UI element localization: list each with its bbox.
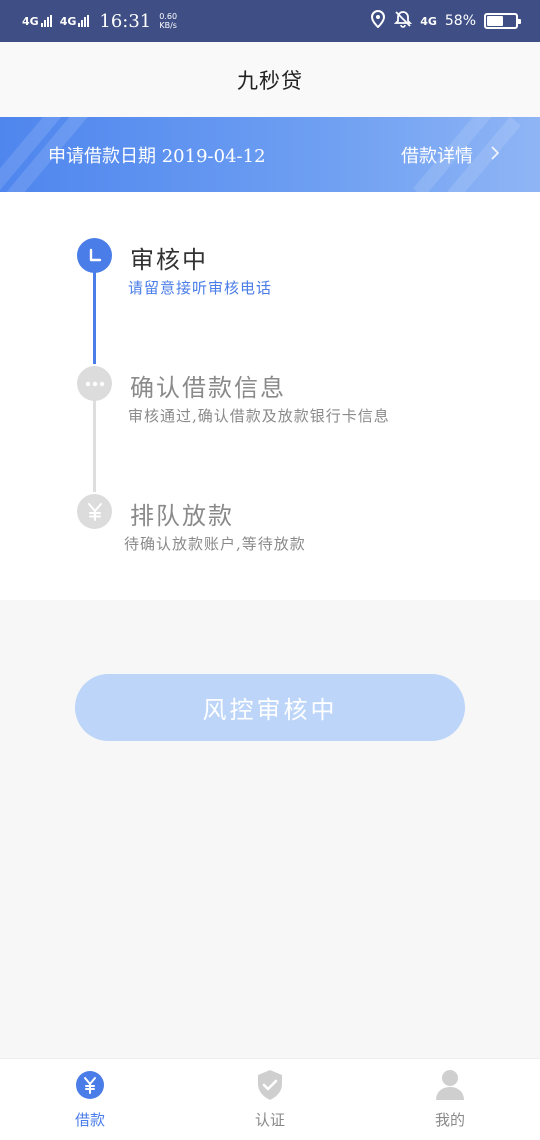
battery-percent: 58%	[444, 13, 476, 29]
signal-bars-icon	[78, 15, 90, 27]
status-bar: 4G 4G 16:31 0.60 KB/s 4G 58%	[0, 0, 540, 42]
chevron-right-icon	[491, 144, 500, 165]
step-title-review: 审核中	[130, 246, 208, 274]
risk-review-button[interactable]: 风控审核中	[75, 674, 465, 741]
loan-info-banner: 申请借款日期 2019-04-12 借款详情	[0, 117, 540, 192]
nav-item-verify[interactable]: 认证	[210, 1069, 330, 1130]
nav-item-mine[interactable]: 我的	[390, 1069, 510, 1130]
network-type-3: 4G	[420, 14, 437, 28]
shield-check-icon	[254, 1069, 286, 1101]
signal-2: 4G	[60, 15, 90, 27]
yen-icon	[77, 494, 112, 529]
clock: 16:31	[99, 10, 152, 32]
person-icon	[434, 1069, 466, 1101]
apply-date-value: 2019-04-12	[161, 145, 266, 167]
nav-label-mine: 我的	[434, 1111, 465, 1129]
battery-icon	[484, 13, 521, 29]
loan-detail-link[interactable]: 借款详情	[401, 142, 500, 168]
yen-circle-icon	[74, 1069, 106, 1101]
page-title: 九秒贷	[237, 68, 303, 93]
step-subtitle-confirm: 审核通过,确认借款及放款银行卡信息	[128, 407, 390, 425]
speed-unit: KB/s	[159, 21, 177, 30]
step-connector-pending	[93, 400, 96, 492]
bell-off-icon	[394, 10, 413, 32]
step-title-confirm: 确认借款信息	[130, 374, 286, 402]
apply-date-label: 申请借款日期	[48, 145, 156, 167]
step-connector-active	[93, 272, 96, 364]
network-type-2: 4G	[59, 15, 77, 28]
step-subtitle-review: 请留意接听审核电话	[128, 279, 273, 297]
bottom-nav: 借款 认证 我的	[0, 1058, 540, 1140]
clock-icon	[77, 238, 112, 273]
dots-icon	[77, 366, 112, 401]
speed-value: 0.60	[159, 12, 178, 21]
app-screen: 4G 4G 16:31 0.60 KB/s 4G 58% 九秒贷 申请借款日期 …	[0, 0, 540, 1140]
loan-detail-label: 借款详情	[401, 145, 473, 167]
progress-card: 审核中 请留意接听审核电话 确认借款信息 审核通过,确认借款及放款银行卡信息 排…	[0, 192, 540, 600]
step-subtitle-queue: 待确认放款账户,等待放款	[124, 535, 306, 553]
nav-item-loan[interactable]: 借款	[30, 1069, 150, 1130]
title-bar: 九秒贷	[0, 42, 540, 117]
signal-bars-icon	[40, 15, 52, 27]
nav-label-loan: 借款	[74, 1111, 105, 1129]
nav-label-verify: 认证	[254, 1111, 285, 1129]
step-title-queue: 排队放款	[130, 502, 234, 530]
status-left: 4G 4G 16:31 0.60 KB/s	[22, 11, 177, 32]
signal-1: 4G	[22, 15, 52, 27]
location-icon	[370, 9, 386, 32]
network-type-1: 4G	[22, 15, 39, 28]
apply-date-text: 申请借款日期 2019-04-12	[48, 142, 266, 168]
status-right: 4G 58%	[370, 9, 521, 32]
battery-fill	[487, 16, 504, 26]
network-speed: 0.60 KB/s	[159, 12, 177, 30]
